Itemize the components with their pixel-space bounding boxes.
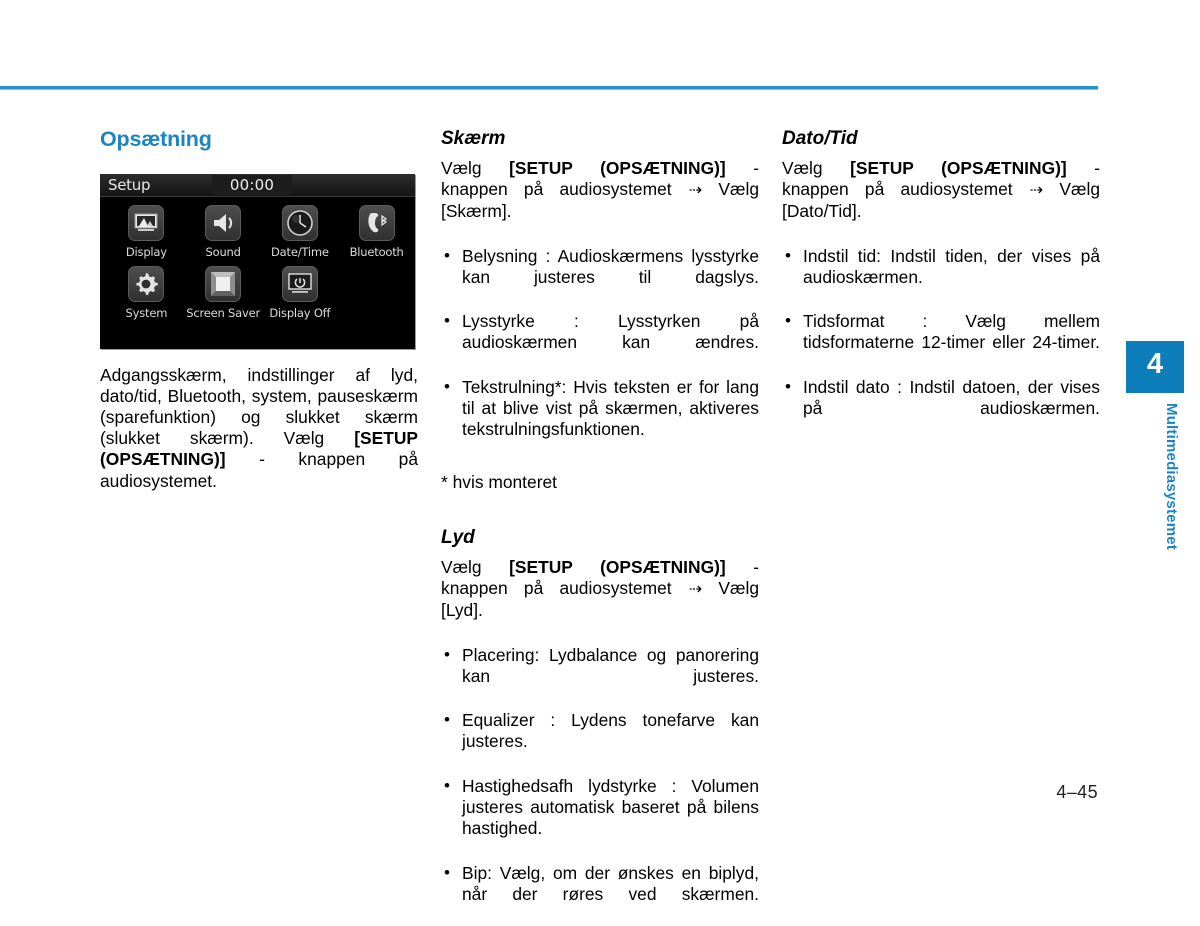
list-item-text: Bip: Vælg, om der ønskes en biplyd, når … [462,862,759,904]
head-unit-setup-screenshot: Setup 00:00 Display Sound Date/Time Blue… [100,173,415,349]
page-columns: Opsætning Setup 00:00 Display Sound Date… [0,127,1110,904]
list-item-text: Hastighedsafh lydstyrke : Volumen juster… [462,775,759,839]
screen-icon-row-1: Display Sound Date/Time Bluetooth [100,198,415,259]
section-heading-skaerm: Skærm [441,128,506,149]
column-middle: Skærm Vælg [SETUP (OPSÆTNING)] - knappen… [441,128,759,926]
column-right: Dato/Tid Vælg [SETUP (OPSÆTNING)] - knap… [782,128,1100,440]
screen-titlebar: Setup 00:00 [100,173,415,197]
list-item-text: Equalizer : Lydens tonefarve kan justere… [462,710,759,752]
intro-paragraph: Adgangsskærm, indstillinger af lyd, dato… [100,365,418,513]
picture-icon [128,204,165,241]
lyd-intro-paragraph: Vælg [SETUP (OPSÆTNING)] - knappen på au… [441,557,759,643]
list-item-text: Indstil dato : Indstil datoen, der vises… [803,376,1100,419]
list-item: Tekstrulning*: Hvis teksten er for lang … [441,376,759,462]
section-heading-dato-tid: Dato/Tid [782,128,858,149]
section-heading-lyd: Lyd [441,526,475,548]
list-item: Placering: Lydbalance og panorering kan … [441,644,759,709]
arrow-right-icon: ⇢ [1029,182,1043,200]
skaerm-intro-paragraph: Vælg [SETUP (OPSÆTNING)] - knappen på au… [441,158,759,244]
display-off-icon [281,265,318,302]
screen-icon-grid: Display Sound Date/Time Bluetooth System… [100,198,415,320]
screen-icon-display: Display [108,204,185,259]
column-left: Opsætning Setup 00:00 Display Sound Date… [100,127,418,513]
screen-icon-label: Bluetooth [349,244,404,259]
screen-icon-label: Display Off [269,305,331,320]
list-item: Indstil tid: Indstil tiden, der vises på… [782,245,1100,310]
screen-icon-label: Display [125,244,167,259]
bluetooth-phone-icon [358,204,395,241]
page-number: 4–45 [1056,782,1098,802]
list-item-text: Placering: Lydbalance og panorering kan … [462,644,759,686]
screen-saver-icon [205,265,242,302]
list-item: Belysning : Audioskærmens lysstyrke kan … [441,245,759,310]
arrow-right-icon: ⇢ [688,580,702,598]
skaerm-intro-part1: Vælg [441,157,510,178]
screen-icon-label: Sound [205,244,241,259]
list-item: Lysstyrke : Lysstyrken på audioskærmen k… [441,310,759,375]
screen-icon-sound: Sound [185,204,262,259]
lyd-intro-part1: Vælg [441,556,510,577]
list-item-text: Tekstrulning*: Hvis teksten er for lang … [462,376,759,440]
arrow-right-icon: ⇢ [688,182,702,200]
chapter-name-vertical: Multimediasystemet [1163,403,1180,550]
screen-clock: 00:00 [229,175,275,194]
screen-icon-datetime: Date/Time [262,204,339,259]
page-title: Opsætning [100,127,212,151]
screen-icon-label: Date/Time [271,244,329,259]
setup-button-ref: [SETUP (OPSÆTNING)] [509,157,726,178]
screen-icon-label: System [125,305,168,320]
clock-icon [281,204,318,241]
list-item: Tidsformat : Vælg mellem tidsformaterne … [782,310,1100,375]
screen-icon-empty [338,266,415,320]
list-item: Equalizer : Lydens tonefarve kan justere… [441,709,759,774]
dato-tid-intro-part1: Vælg [782,157,851,178]
list-item: Indstil dato : Indstil datoen, der vises… [782,376,1100,441]
list-item-text: Belysning : Audioskærmens lysstyrke kan … [462,245,759,287]
list-item-text: Indstil tid: Indstil tiden, der vises på… [803,245,1100,287]
lyd-bullet-list: Placering: Lydbalance og panorering kan … [441,644,759,926]
setup-button-ref: [SETUP (OPSÆTNING)] [850,157,1067,178]
speaker-icon [205,204,242,241]
header-rule-shadow [0,89,1098,90]
chapter-number: 4 [1146,348,1164,380]
screen-clock-box: 00:00 [212,174,292,195]
gear-icon [128,265,165,302]
screen-icon-display-off: Display Off [262,265,339,320]
dato-tid-bullet-list: Indstil tid: Indstil tiden, der vises på… [782,245,1100,441]
screen-icon-system: System [108,265,185,320]
skaerm-bullet-list: Belysning : Audioskærmens lysstyrke kan … [441,245,759,462]
setup-button-ref: [SETUP (OPSÆTNING)] [509,556,726,577]
screen-icon-label: Screen Saver [186,305,260,320]
screen-icon-row-2: System Screen Saver Display Off [100,259,415,320]
screen-icon-bluetooth: Bluetooth [338,204,415,259]
list-item: Hastighedsafh lydstyrke : Volumen juster… [441,775,759,861]
skaerm-footnote: * hvis monteret [441,471,557,492]
dato-tid-intro-paragraph: Vælg [SETUP (OPSÆTNING)] - knappen på au… [782,158,1100,244]
list-item: Bip: Vælg, om der ønskes en biplyd, når … [441,862,759,926]
list-item-text: Tidsformat : Vælg mellem tidsformaterne … [803,311,1100,353]
screen-icon-screen-saver: Screen Saver [185,265,262,320]
chapter-tab: 4 [1126,341,1184,393]
screen-title: Setup [108,175,151,194]
list-item-text: Lysstyrke : Lysstyrken på audioskærmen k… [462,311,759,353]
